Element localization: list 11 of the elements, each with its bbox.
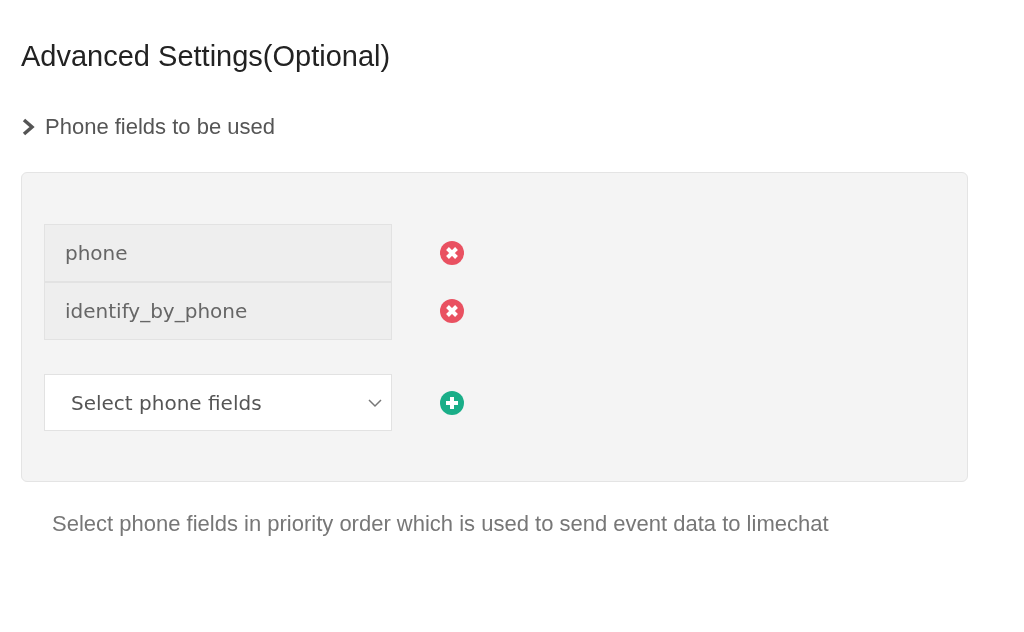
caret-icon	[367, 397, 383, 408]
add-icon[interactable]	[439, 389, 465, 416]
collapsible-section-header[interactable]: Phone fields to be used	[45, 114, 275, 140]
field-value[interactable]: phone	[44, 224, 392, 282]
chevron-icon[interactable]	[21, 118, 35, 136]
field-value[interactable]: identify_by_phone	[44, 282, 392, 340]
remove-icon[interactable]	[439, 298, 465, 324]
section-title: Advanced Settings(Optional)	[21, 39, 391, 74]
select-dropdown[interactable]: Select phone fields	[44, 374, 392, 431]
help-text: Select phone fields in priority order which is used to send event data to limechat	[52, 510, 830, 538]
remove-icon[interactable]	[439, 240, 465, 266]
